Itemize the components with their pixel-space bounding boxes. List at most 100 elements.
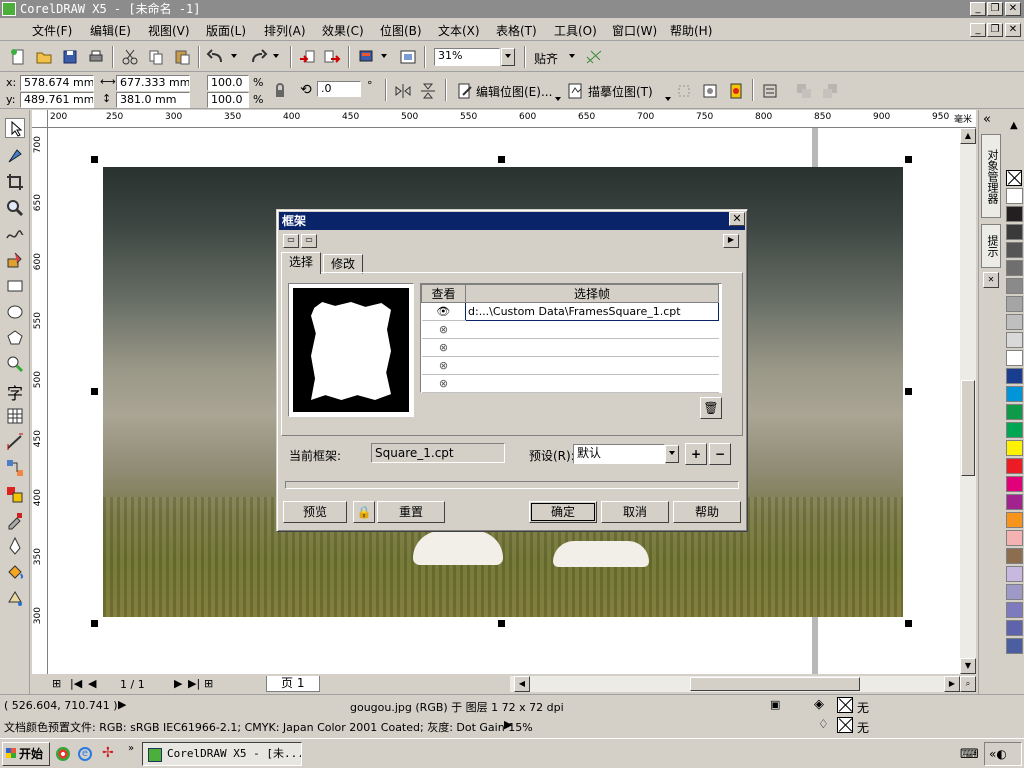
object-height-field[interactable]: 381.0 mm — [116, 92, 190, 108]
menu-text[interactable]: 文本(X) — [438, 22, 480, 39]
menu-effects[interactable]: 效果(C) — [322, 22, 364, 39]
menu-edit[interactable]: 编辑(E) — [90, 22, 131, 39]
rotation-angle-field[interactable]: .0 — [317, 81, 361, 97]
wrap-text-icon[interactable] — [760, 81, 780, 101]
hints-tab[interactable]: 提示 — [981, 224, 1001, 268]
color-swatch[interactable] — [1006, 404, 1023, 420]
cancel-button[interactable]: 取消 — [601, 501, 669, 523]
menu-help[interactable]: 帮助(H) — [670, 22, 712, 39]
welcome-screen-icon[interactable] — [398, 47, 418, 67]
color-swatch[interactable] — [1006, 206, 1023, 222]
outline-none-swatch[interactable] — [837, 717, 853, 733]
polygon-tool-icon[interactable] — [5, 328, 25, 348]
selection-handle[interactable] — [91, 156, 98, 163]
chrome-icon[interactable] — [56, 747, 70, 761]
color-swatch[interactable] — [1006, 566, 1023, 582]
eye-hidden-icon[interactable]: ⊗ — [421, 374, 466, 393]
color-swatch[interactable] — [1006, 314, 1023, 330]
color-swatch[interactable] — [1006, 440, 1023, 456]
import-icon[interactable] — [298, 47, 318, 67]
eye-hidden-icon[interactable]: ⊗ — [421, 338, 466, 357]
selection-handle[interactable] — [91, 388, 98, 395]
resample-bitmap-icon[interactable] — [700, 81, 720, 101]
add-page-before-icon[interactable]: ⊞ — [52, 677, 61, 690]
open-folder-icon[interactable] — [34, 47, 54, 67]
table-row[interactable]: ⊗ — [421, 320, 719, 339]
trace-bitmap-icon[interactable] — [566, 81, 586, 101]
redo-icon[interactable] — [248, 47, 268, 67]
menu-tools[interactable]: 工具(O) — [554, 22, 597, 39]
reset-button[interactable]: 重置 — [377, 501, 445, 523]
color-swatch[interactable] — [1006, 620, 1023, 636]
lock-preview-icon[interactable]: 🔒 — [353, 501, 375, 523]
shape-tool-icon[interactable] — [5, 146, 25, 166]
color-swatch[interactable] — [1006, 386, 1023, 402]
menu-layout[interactable]: 版面(L) — [206, 22, 246, 39]
x-position-field[interactable]: 578.674 mm — [20, 75, 94, 91]
horizontal-scrollbar[interactable]: ◀ ▶ — [510, 676, 960, 692]
frame-path-cell[interactable] — [465, 374, 719, 393]
menu-table[interactable]: 表格(T) — [496, 22, 537, 39]
preset-select[interactable]: 默认 — [573, 444, 665, 464]
print-icon[interactable] — [86, 47, 106, 67]
selection-handle[interactable] — [498, 156, 505, 163]
table-row[interactable]: ⊗ — [421, 374, 719, 393]
restore-button[interactable]: ❐ — [987, 2, 1003, 16]
minimize-button[interactable]: _ — [970, 2, 986, 16]
ok-button[interactable]: 确定 — [529, 501, 597, 523]
selection-handle[interactable] — [91, 620, 98, 627]
color-swatch[interactable] — [1006, 548, 1023, 564]
horizontal-scroll-thumb[interactable] — [690, 677, 860, 691]
undo-icon[interactable] — [206, 47, 226, 67]
dialog-close-button[interactable]: ✕ — [729, 212, 745, 226]
zoom-level-dropdown[interactable] — [501, 48, 515, 66]
preview-button[interactable]: 预览 — [283, 501, 347, 523]
scale-width-field[interactable]: 100.0 — [207, 75, 249, 91]
last-page-icon[interactable]: ▶| — [188, 677, 200, 690]
color-swatch[interactable] — [1006, 512, 1023, 528]
selection-handle[interactable] — [498, 620, 505, 627]
color-swatch[interactable] — [1006, 242, 1023, 258]
color-swatch[interactable] — [1006, 332, 1023, 348]
cut-icon[interactable] — [120, 47, 140, 67]
save-icon[interactable] — [60, 47, 80, 67]
copy-icon[interactable] — [146, 47, 166, 67]
redo-dropdown[interactable] — [270, 49, 284, 65]
close-button[interactable]: ✕ — [1005, 2, 1021, 16]
col-view-header[interactable]: 查看 — [421, 284, 466, 303]
object-width-field[interactable]: 677.333 mm — [116, 75, 190, 91]
color-swatch[interactable] — [1006, 458, 1023, 474]
ellipse-tool-icon[interactable] — [5, 302, 25, 322]
ie-icon[interactable]: e — [78, 747, 92, 761]
mirror-vertical-icon[interactable] — [418, 81, 438, 101]
no-color-swatch[interactable] — [1006, 170, 1022, 186]
delete-preset-button[interactable]: − — [709, 443, 731, 465]
fill-none-swatch[interactable] — [837, 697, 853, 713]
bitmap-color-mask-icon[interactable] — [726, 81, 746, 101]
color-swatch[interactable] — [1006, 278, 1023, 294]
object-manager-tab[interactable]: 对象管理器 — [981, 134, 1001, 218]
quick-launch-icon[interactable]: ✢ — [102, 745, 114, 761]
mirror-horizontal-icon[interactable] — [393, 81, 413, 101]
snap-to-dropdown[interactable] — [566, 49, 580, 65]
eyedropper-tool-icon[interactable] — [5, 510, 25, 530]
add-preset-button[interactable]: + — [685, 443, 707, 465]
prev-page-icon[interactable]: ◀ — [88, 677, 96, 690]
tab-select[interactable]: 选择 — [281, 252, 321, 274]
interactive-fill-tool-icon[interactable] — [5, 588, 25, 608]
crop-bitmap-icon[interactable] — [674, 81, 694, 101]
zoom-level-field[interactable]: 31% — [434, 48, 500, 66]
dialog-view-icon[interactable]: ▭ — [301, 234, 317, 248]
status-expand-icon[interactable]: ▶ — [118, 698, 126, 711]
rectangle-tool-icon[interactable] — [5, 276, 25, 296]
selection-handle[interactable] — [905, 156, 912, 163]
quick-launch-expand-icon[interactable]: » — [128, 743, 134, 754]
table-row[interactable]: ⊗ — [421, 356, 719, 375]
edit-bitmap-icon[interactable] — [455, 81, 475, 101]
menu-file[interactable]: 文件(F) — [32, 22, 72, 39]
scroll-down-button[interactable]: ▼ — [960, 658, 976, 674]
dialog-expand-icon[interactable]: ▶ — [723, 234, 739, 248]
smart-fill-tool-icon[interactable] — [5, 250, 25, 270]
page-tab[interactable]: 页 1 — [266, 676, 320, 692]
selection-handle[interactable] — [905, 620, 912, 627]
